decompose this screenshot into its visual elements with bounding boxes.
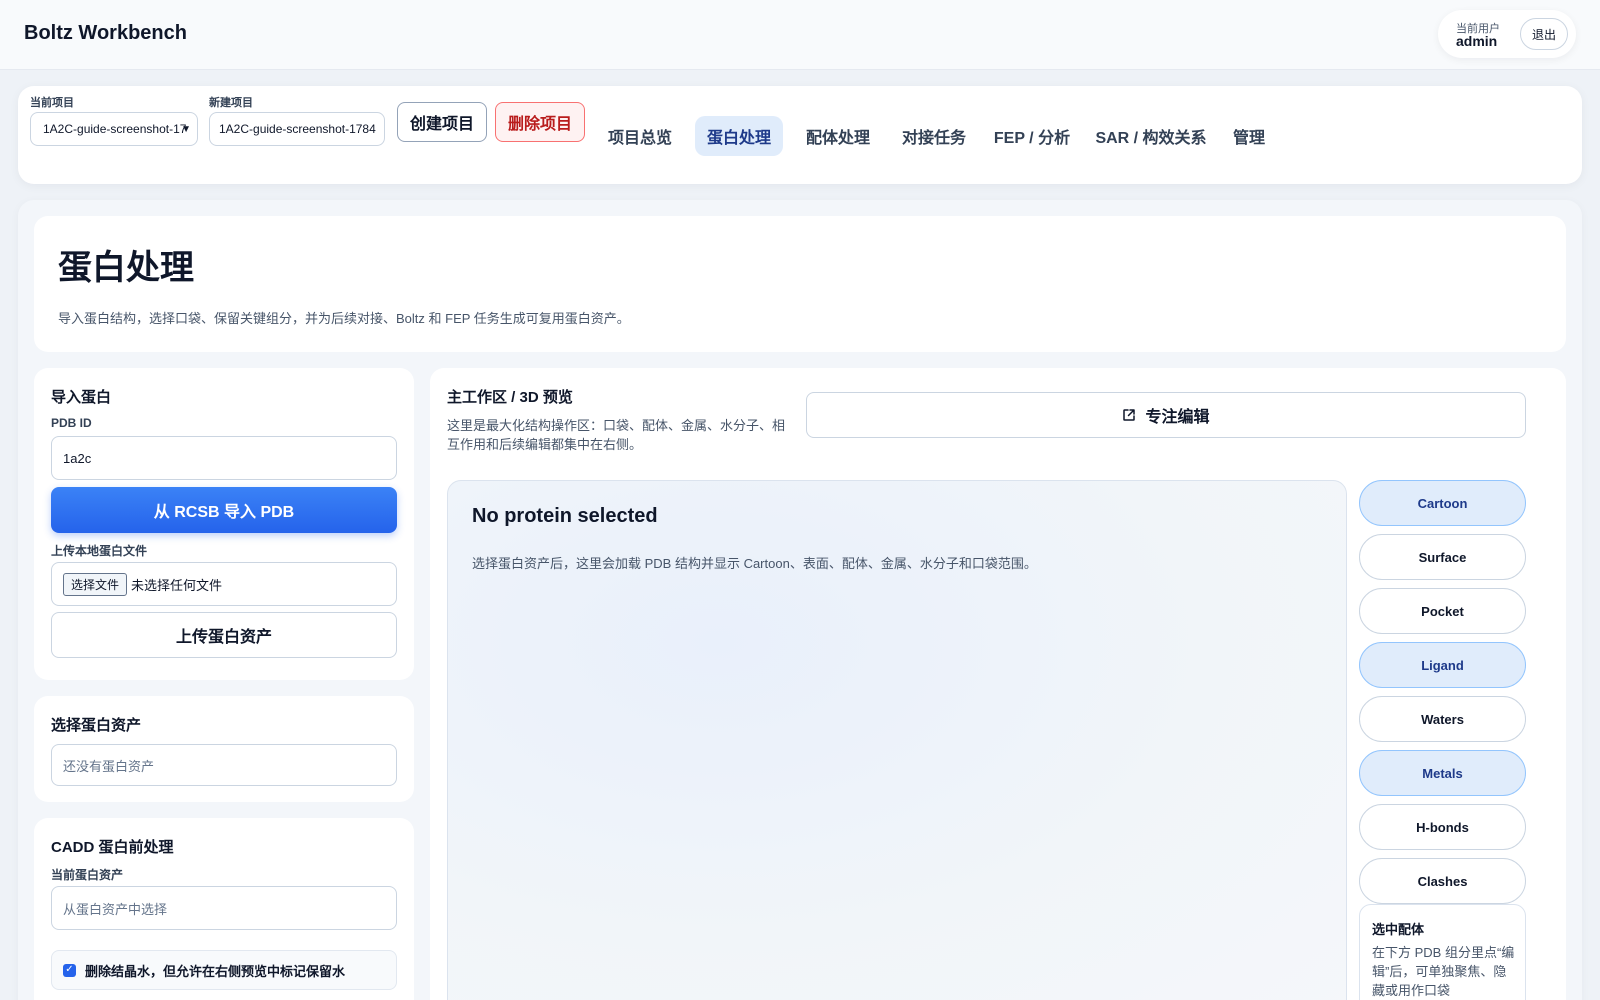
page-title: 蛋白处理 [58, 249, 194, 287]
workspace-card: 主工作区 / 3D 预览 这里是最大化结构操作区：口袋、配体、金属、水分子、相互… [430, 368, 1566, 1000]
tab-ligand-processing[interactable]: 配体处理 [795, 116, 881, 156]
no-file-text: 未选择任何文件 [131, 577, 223, 593]
current-project-value: 1A2C-guide-screenshot-17 [43, 122, 187, 136]
user-box: 当前用户 admin 退出 [1438, 10, 1576, 58]
app-title: Boltz Workbench [24, 22, 187, 44]
tab-fep-analysis[interactable]: FEP / 分析 [985, 116, 1079, 156]
pdb-id-input[interactable]: 1a2c [51, 436, 397, 480]
select-protein-card: 选择蛋白资产 还没有蛋白资产 [34, 696, 414, 802]
external-link-icon [1123, 409, 1136, 421]
delete-project-button[interactable]: 删除项目 [495, 102, 585, 142]
create-project-button[interactable]: 创建项目 [397, 102, 487, 142]
tab-sar[interactable]: SAR / 构效关系 [1089, 116, 1213, 156]
current-project-select[interactable]: 1A2C-guide-screenshot-17 ▼ [30, 112, 198, 146]
focus-edit-label: 专注编辑 [1145, 409, 1210, 426]
choose-file-button[interactable]: 选择文件 [63, 572, 128, 596]
protein-asset-select[interactable]: 还没有蛋白资产 [51, 744, 397, 786]
current-asset-label: 当前蛋白资产 [51, 868, 124, 882]
current-asset-placeholder: 从蛋白资产中选择 [63, 901, 168, 917]
viewer-description: 选择蛋白资产后，这里会加载 PDB 结构并显示 Cartoon、表面、配体、金属… [472, 556, 1037, 571]
tab-docking-tasks[interactable]: 对接任务 [891, 116, 977, 156]
remove-waters-option[interactable]: ✓ 删除结晶水，但允许在右侧预览中标记保留水 [51, 950, 397, 990]
remove-waters-checkbox[interactable]: ✓ [63, 963, 76, 977]
cadd-title: CADD 蛋白前处理 [51, 839, 174, 856]
toggle-metals[interactable]: Metals [1359, 750, 1526, 796]
protein-asset-placeholder: 还没有蛋白资产 [63, 758, 155, 774]
current-asset-select[interactable]: 从蛋白资产中选择 [51, 886, 397, 930]
pdb-id-value: 1a2c [63, 450, 92, 466]
viewer-title: No protein selected [472, 505, 658, 527]
select-protein-title: 选择蛋白资产 [51, 717, 142, 734]
chevron-down-icon: ▼ [181, 124, 191, 135]
selected-ligand-card: 选中配体 在下方 PDB 组分里点“编辑”后，可单独聚焦、隐藏或用作口袋 [1359, 904, 1526, 1000]
toggle-hbonds[interactable]: H-bonds [1359, 804, 1526, 850]
import-protein-card: 导入蛋白 PDB ID 1a2c 从 RCSB 导入 PDB 上传本地蛋白文件 … [34, 368, 414, 680]
toggle-pocket[interactable]: Pocket [1359, 588, 1526, 634]
tab-project-overview[interactable]: 项目总览 [597, 116, 683, 156]
tab-protein-processing[interactable]: 蛋白处理 [695, 116, 783, 156]
new-project-value: 1A2C-guide-screenshot-1784 [219, 122, 376, 136]
current-project-label: 当前项目 [30, 97, 74, 109]
logout-button[interactable]: 退出 [1520, 18, 1568, 50]
pdb-id-label: PDB ID [51, 416, 92, 430]
toggle-waters[interactable]: Waters [1359, 696, 1526, 742]
focus-edit-button[interactable]: 专注编辑 [806, 392, 1526, 438]
import-rcsb-button[interactable]: 从 RCSB 导入 PDB [51, 487, 397, 533]
selected-ligand-description: 在下方 PDB 组分里点“编辑”后，可单独聚焦、隐藏或用作口袋 [1372, 945, 1515, 998]
toggle-ligand[interactable]: Ligand [1359, 642, 1526, 688]
remove-waters-label: 删除结晶水，但允许在右侧预览中标记保留水 [85, 963, 346, 979]
page-description: 导入蛋白结构，选择口袋、保留关键组分，并为后续对接、Boltz 和 FEP 任务… [58, 311, 630, 326]
structure-viewer[interactable]: No protein selected 选择蛋白资产后，这里会加载 PDB 结构… [447, 480, 1347, 1000]
top-bar: Boltz Workbench 当前用户 admin 退出 [0, 0, 1600, 70]
new-project-input[interactable]: 1A2C-guide-screenshot-1784 [209, 112, 385, 146]
toggle-surface[interactable]: Surface [1359, 534, 1526, 580]
new-project-label: 新建项目 [209, 97, 253, 109]
selected-ligand-title: 选中配体 [1372, 922, 1425, 937]
file-upload-input[interactable]: 选择文件 未选择任何文件 [51, 562, 397, 606]
cadd-preprocess-card: CADD 蛋白前处理 当前蛋白资产 从蛋白资产中选择 ✓ 删除结晶水，但允许在右… [34, 818, 414, 1000]
workspace-title: 主工作区 / 3D 预览 [447, 389, 573, 406]
page-header: 蛋白处理 导入蛋白结构，选择口袋、保留关键组分，并为后续对接、Boltz 和 F… [34, 216, 1566, 352]
workspace-description: 这里是最大化结构操作区：口袋、配体、金属、水分子、相互作用和后续编辑都集中在右侧… [447, 418, 786, 452]
import-protein-title: 导入蛋白 [51, 389, 112, 406]
tab-admin[interactable]: 管理 [1225, 116, 1273, 156]
project-bar: 当前项目 1A2C-guide-screenshot-17 ▼ 新建项目 1A2… [18, 86, 1582, 184]
current-user-name: admin [1456, 33, 1498, 49]
upload-protein-button[interactable]: 上传蛋白资产 [51, 612, 397, 658]
upload-local-label: 上传本地蛋白文件 [51, 544, 148, 558]
toggle-cartoon[interactable]: Cartoon [1359, 480, 1526, 526]
toggle-clashes[interactable]: Clashes [1359, 858, 1526, 904]
main-panel: 蛋白处理 导入蛋白结构，选择口袋、保留关键组分，并为后续对接、Boltz 和 F… [18, 200, 1582, 1000]
